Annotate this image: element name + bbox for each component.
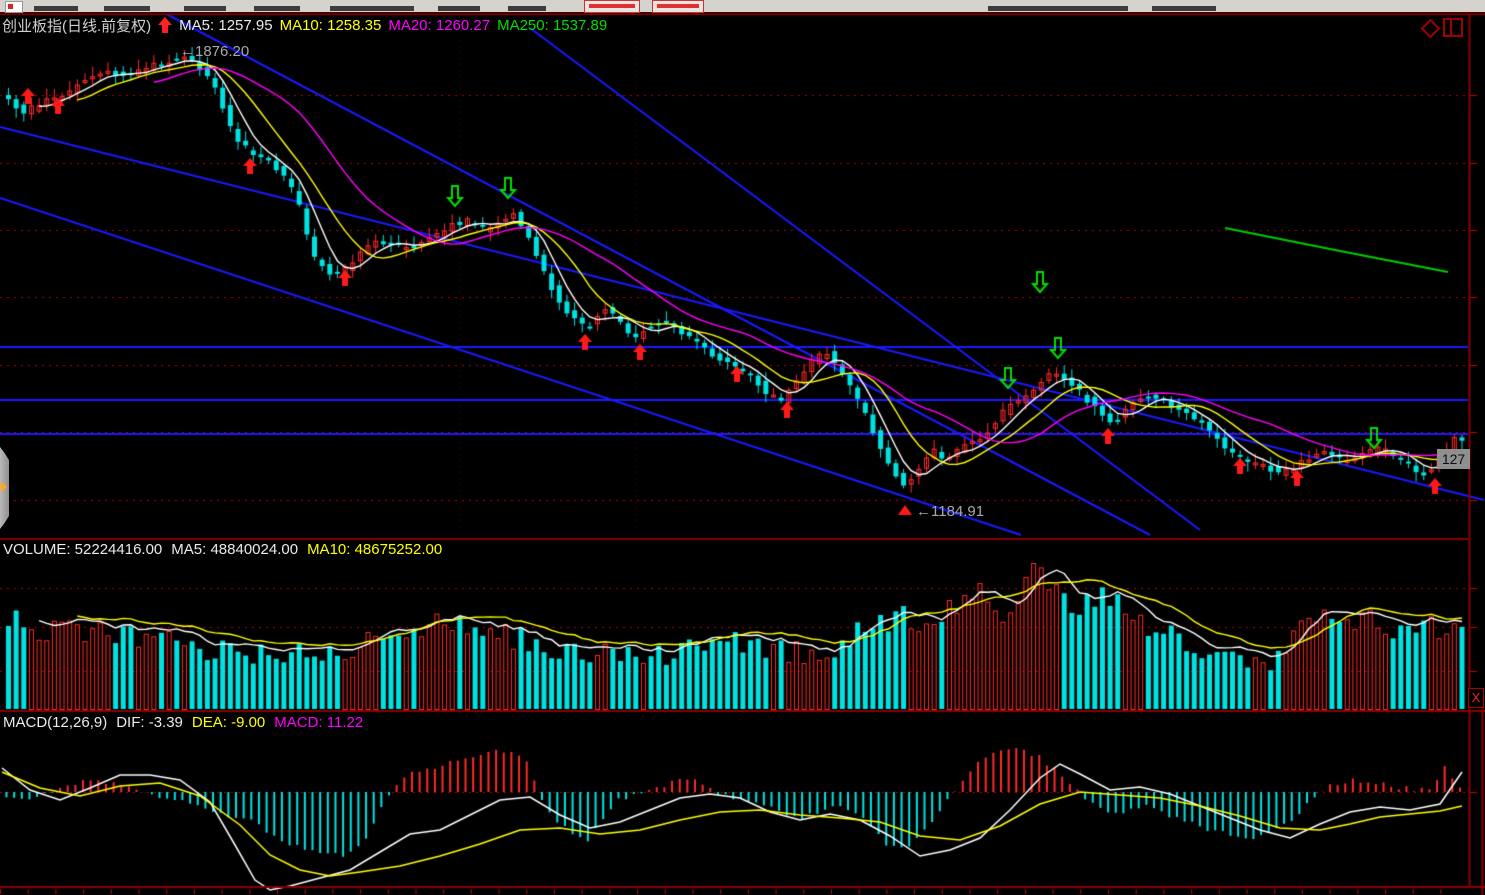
menu-item-fragment[interactable] <box>330 6 414 11</box>
menu-bar[interactable] <box>0 0 1485 14</box>
menu-item-fragment[interactable] <box>1152 6 1216 11</box>
volume-readout: VOLUME: 52224416.00 <box>3 541 162 558</box>
macd-name: MACD(12,26,9) <box>3 714 107 731</box>
up-arrow-icon <box>158 17 172 33</box>
period-low-label: ←1184.91 <box>916 503 984 520</box>
dif-readout: DIF: -3.39 <box>116 714 183 731</box>
sidebar-expand-handle[interactable] <box>0 447 9 529</box>
trading-app-window: 创业板指(日线.前复权) MA5: 1257.95 MA10: 1258.35 … <box>0 0 1485 895</box>
price-panel-header: 创业板指(日线.前复权) MA5: 1257.95 MA10: 1258.35 … <box>2 16 607 34</box>
macd-readout: MACD: 11.22 <box>274 714 363 731</box>
chart-canvas[interactable] <box>0 0 1485 895</box>
ma5-readout: MA5: 1257.95 <box>179 17 272 34</box>
diamond-marker-icon[interactable] <box>1421 19 1440 43</box>
menu-item-fragment[interactable] <box>988 6 1128 11</box>
ma250-readout: MA250: 1537.89 <box>497 17 607 34</box>
volume-ma10-readout: MA10: 48675252.00 <box>307 541 442 558</box>
ma10-readout: MA10: 1258.35 <box>280 17 382 34</box>
menu-item-fragment[interactable] <box>104 6 150 11</box>
macd-panel-header: MACD(12,26,9) DIF: -3.39 DEA: -9.00 MACD… <box>3 714 363 731</box>
symbol-title: 创业板指(日线.前复权) <box>2 15 151 36</box>
period-high-label: ←1876.20 <box>180 43 249 60</box>
menu-item-fragment[interactable] <box>34 6 78 11</box>
volume-panel-header: VOLUME: 52224416.00 MA5: 48840024.00 MA1… <box>3 541 442 558</box>
menu-item-highlight[interactable] <box>652 0 704 13</box>
menu-item-fragment[interactable] <box>508 6 546 11</box>
menu-item-fragment[interactable] <box>254 6 300 11</box>
app-logo-icon <box>5 1 23 13</box>
dea-readout: DEA: -9.00 <box>192 714 265 731</box>
menu-item-fragment[interactable] <box>438 6 480 11</box>
volume-ma5-readout: MA5: 48840024.00 <box>171 541 298 558</box>
split-window-icon[interactable] <box>1443 18 1463 42</box>
last-price-tag: 127 <box>1437 449 1470 469</box>
close-indicator-button[interactable]: X <box>1468 688 1484 708</box>
ma20-readout: MA20: 1260.27 <box>388 17 490 34</box>
menu-item-fragment[interactable] <box>184 6 226 11</box>
expand-arrow-icon <box>1 481 7 493</box>
menu-item-highlight[interactable] <box>584 0 640 13</box>
